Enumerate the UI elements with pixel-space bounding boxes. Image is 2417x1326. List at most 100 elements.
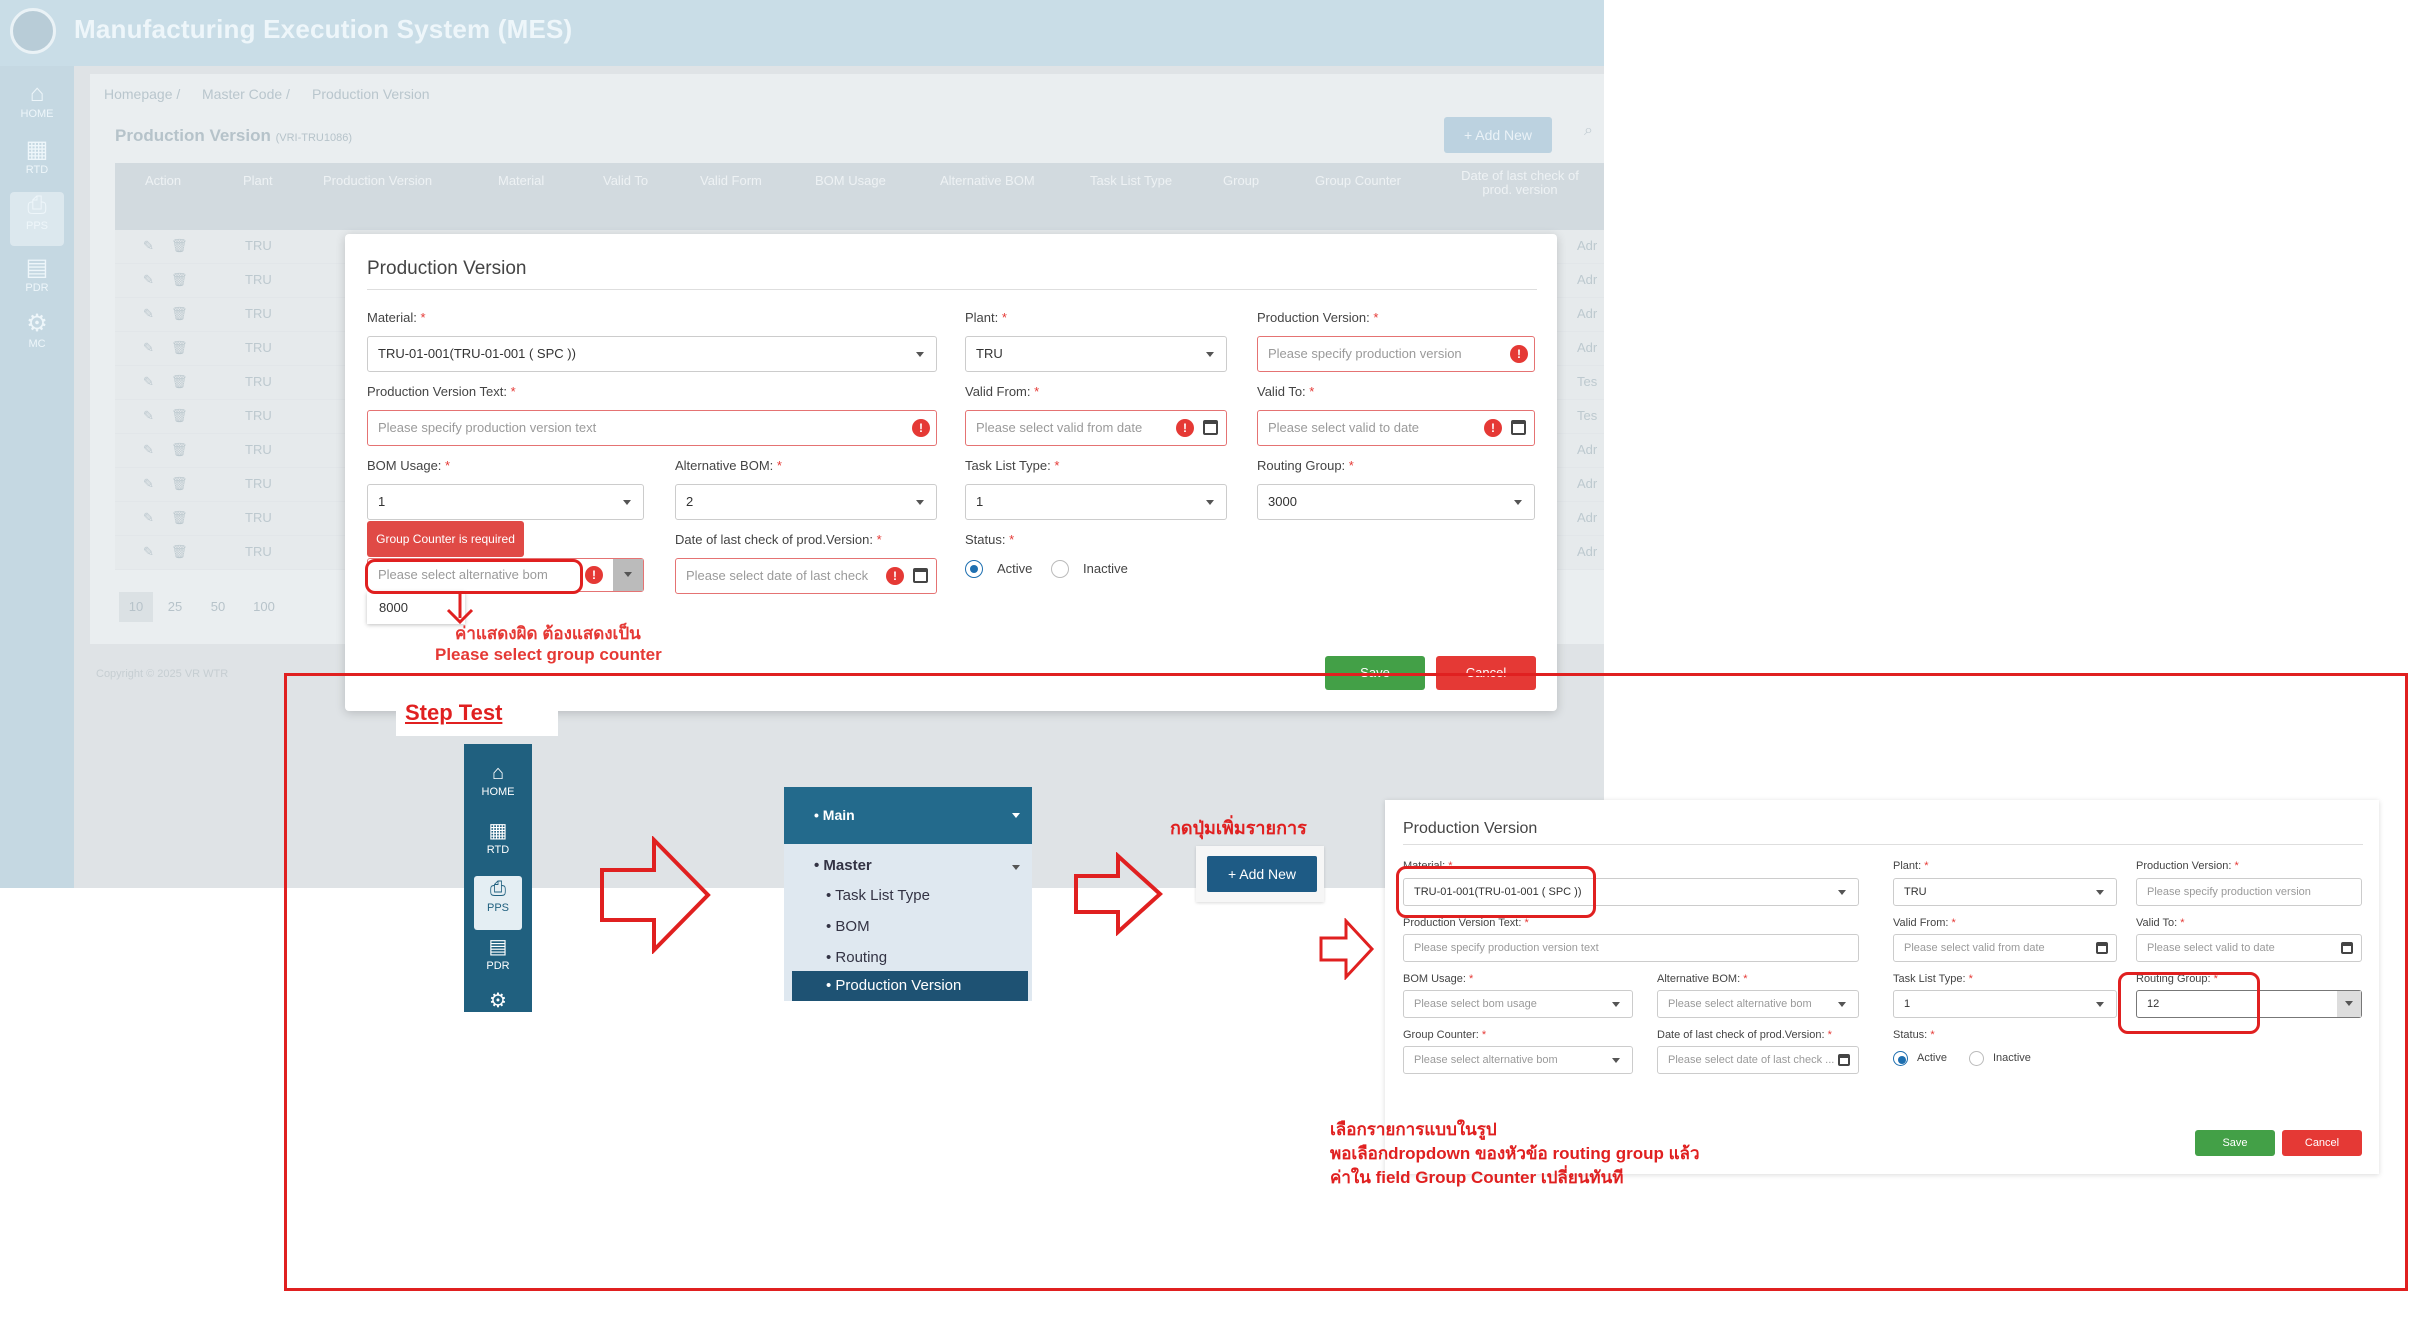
delete-icon[interactable]: 🗑 bbox=[171, 340, 188, 356]
sidebar-item-pps[interactable]: ⎙ PPS bbox=[10, 192, 64, 246]
m2-validto-label: Valid To: * bbox=[2136, 917, 2185, 929]
plant-label: Plant: * bbox=[965, 310, 1007, 325]
m2-prodver-input[interactable]: Please specify production version bbox=[2136, 878, 2362, 906]
breadcrumb-master[interactable]: Master Code / bbox=[202, 86, 290, 102]
m2-pvtext-input[interactable]: Please specify production version text bbox=[1403, 934, 1859, 962]
chevron-down-icon bbox=[2345, 1001, 2353, 1006]
status-active-radio[interactable] bbox=[965, 560, 983, 578]
sidebar-item-rtd[interactable]: ▦ RTD bbox=[0, 136, 74, 190]
delete-icon[interactable]: 🗑 bbox=[171, 476, 188, 492]
edit-icon[interactable]: ✎ bbox=[143, 306, 154, 322]
m2-validto-input[interactable]: Please select valid to date bbox=[2136, 934, 2362, 962]
sidebar-item-home[interactable]: ⌂ HOME bbox=[0, 80, 74, 134]
add-new-button-bg[interactable]: + Add New bbox=[1444, 117, 1552, 153]
m2-gc-select[interactable]: Please select alternative bom bbox=[1403, 1046, 1633, 1074]
m2-status-label: Status: * bbox=[1893, 1029, 1935, 1041]
page-size-10[interactable]: 10 bbox=[119, 592, 153, 622]
sidebar-item-pdr[interactable]: ▤ PDR bbox=[0, 254, 74, 308]
chevron-down-icon bbox=[1612, 1002, 1620, 1007]
m2-status-active-radio[interactable] bbox=[1893, 1051, 1908, 1066]
breadcrumb-home[interactable]: Homepage / bbox=[104, 86, 180, 102]
alternative-bom-select[interactable]: 2 bbox=[675, 484, 937, 520]
production-version-input[interactable]: Please specify production version! bbox=[1257, 336, 1535, 372]
valid-to-label: Valid To: * bbox=[1257, 384, 1315, 399]
menu-bom[interactable]: • BOM bbox=[826, 918, 870, 935]
edit-icon[interactable]: ✎ bbox=[143, 510, 154, 526]
sidebar-item-mc[interactable]: ⚙ MC bbox=[0, 310, 74, 364]
menu-task-list-type[interactable]: • Task List Type bbox=[826, 887, 930, 904]
delete-icon[interactable]: 🗑 bbox=[171, 408, 188, 424]
pdr-icon: ▤ bbox=[488, 936, 508, 958]
select-note-1: เลือกรายการแบบในรูป bbox=[1330, 1120, 1497, 1139]
m2-datecheck-input[interactable]: Please select date of last check ... bbox=[1657, 1046, 1859, 1074]
delete-icon[interactable]: 🗑 bbox=[171, 272, 188, 288]
delete-icon[interactable]: 🗑 bbox=[171, 306, 188, 322]
arrow-right-icon bbox=[1074, 852, 1163, 936]
m2-altbom-select[interactable]: Please select alternative bom bbox=[1657, 990, 1859, 1018]
status-inactive-radio[interactable] bbox=[1051, 560, 1069, 578]
menu-master[interactable]: • Master bbox=[814, 857, 872, 874]
m2-status-active-label: Active bbox=[1917, 1052, 1947, 1064]
mini-sidebar-pps[interactable]: ⎙ PPS bbox=[474, 876, 522, 930]
calendar-icon[interactable] bbox=[1838, 1054, 1850, 1066]
mini-sidebar-home[interactable]: ⌂ HOME bbox=[468, 760, 528, 814]
page-size-25[interactable]: 25 bbox=[158, 592, 192, 622]
delete-icon[interactable]: 🗑 bbox=[171, 238, 188, 254]
dropdown-toggle[interactable] bbox=[2337, 991, 2361, 1017]
m2-save-button[interactable]: Save bbox=[2195, 1130, 2275, 1156]
edit-icon[interactable]: ✎ bbox=[143, 544, 154, 560]
m2-tasklist-select[interactable]: 1 bbox=[1893, 990, 2117, 1018]
search-icon[interactable]: ⌕ bbox=[1584, 122, 1593, 140]
footer-copyright: Copyright © 2025 VR WTR bbox=[96, 668, 229, 680]
tail-cell: Adr bbox=[1577, 306, 1598, 321]
plant-select[interactable]: TRU bbox=[965, 336, 1227, 372]
menu-main[interactable]: • Main bbox=[784, 787, 1032, 844]
valid-to-input[interactable]: Please select valid to date! bbox=[1257, 410, 1535, 446]
error-icon: ! bbox=[585, 566, 603, 584]
chevron-down-icon bbox=[1206, 500, 1214, 505]
page-size-100[interactable]: 100 bbox=[247, 592, 281, 622]
mini-sidebar-mc[interactable]: ⚙ bbox=[468, 988, 528, 1012]
calendar-icon[interactable] bbox=[2341, 942, 2353, 954]
menu-production-version[interactable]: • Production Version bbox=[792, 971, 1028, 1001]
delete-icon[interactable]: 🗑 bbox=[171, 510, 188, 526]
edit-icon[interactable]: ✎ bbox=[143, 238, 154, 254]
calendar-icon[interactable] bbox=[913, 568, 928, 583]
m2-cancel-button[interactable]: Cancel bbox=[2282, 1130, 2362, 1156]
edit-icon[interactable]: ✎ bbox=[143, 340, 154, 356]
menu-routing[interactable]: • Routing bbox=[826, 949, 887, 966]
edit-icon[interactable]: ✎ bbox=[143, 476, 154, 492]
chevron-down-icon bbox=[916, 352, 924, 357]
m2-altbom-label: Alternative BOM: * bbox=[1657, 973, 1748, 985]
m2-status-inactive-radio[interactable] bbox=[1969, 1051, 1984, 1066]
bom-usage-select[interactable]: 1 bbox=[367, 484, 644, 520]
delete-icon[interactable]: 🗑 bbox=[171, 374, 188, 390]
add-new-button[interactable]: + Add New bbox=[1207, 856, 1317, 892]
date-check-input[interactable]: Please select date of last check! bbox=[675, 558, 937, 594]
dropdown-toggle[interactable] bbox=[613, 559, 643, 591]
routing-group-select[interactable]: 3000 bbox=[1257, 484, 1535, 520]
edit-icon[interactable]: ✎ bbox=[143, 408, 154, 424]
page-size-50[interactable]: 50 bbox=[201, 592, 235, 622]
m2-plant-select[interactable]: TRU bbox=[1893, 878, 2117, 906]
chevron-down-icon bbox=[1514, 500, 1522, 505]
m2-validfrom-input[interactable]: Please select valid from date bbox=[1893, 934, 2117, 962]
edit-icon[interactable]: ✎ bbox=[143, 374, 154, 390]
edit-icon[interactable]: ✎ bbox=[143, 272, 154, 288]
material-select[interactable]: TRU-01-001(TRU-01-001 ( SPC )) bbox=[367, 336, 937, 372]
mini-sidebar-rtd[interactable]: ▦ RTD bbox=[468, 818, 528, 872]
valid-from-input[interactable]: Please select valid from date! bbox=[965, 410, 1227, 446]
m2-bom-select[interactable]: Please select bom usage bbox=[1403, 990, 1633, 1018]
m2-bom-label: BOM Usage: * bbox=[1403, 973, 1474, 985]
highlight-group-counter bbox=[365, 559, 583, 594]
pv-text-input[interactable]: Please specify production version text! bbox=[367, 410, 937, 446]
delete-icon[interactable]: 🗑 bbox=[171, 442, 188, 458]
calendar-icon[interactable] bbox=[2096, 942, 2108, 954]
m2-datecheck-label: Date of last check of prod.Version: * bbox=[1657, 1029, 1832, 1041]
edit-icon[interactable]: ✎ bbox=[143, 442, 154, 458]
delete-icon[interactable]: 🗑 bbox=[171, 544, 188, 560]
calendar-icon[interactable] bbox=[1203, 420, 1218, 435]
calendar-icon[interactable] bbox=[1511, 420, 1526, 435]
task-list-type-select[interactable]: 1 bbox=[965, 484, 1227, 520]
mini-sidebar-pdr[interactable]: ▤ PDR bbox=[468, 934, 528, 988]
